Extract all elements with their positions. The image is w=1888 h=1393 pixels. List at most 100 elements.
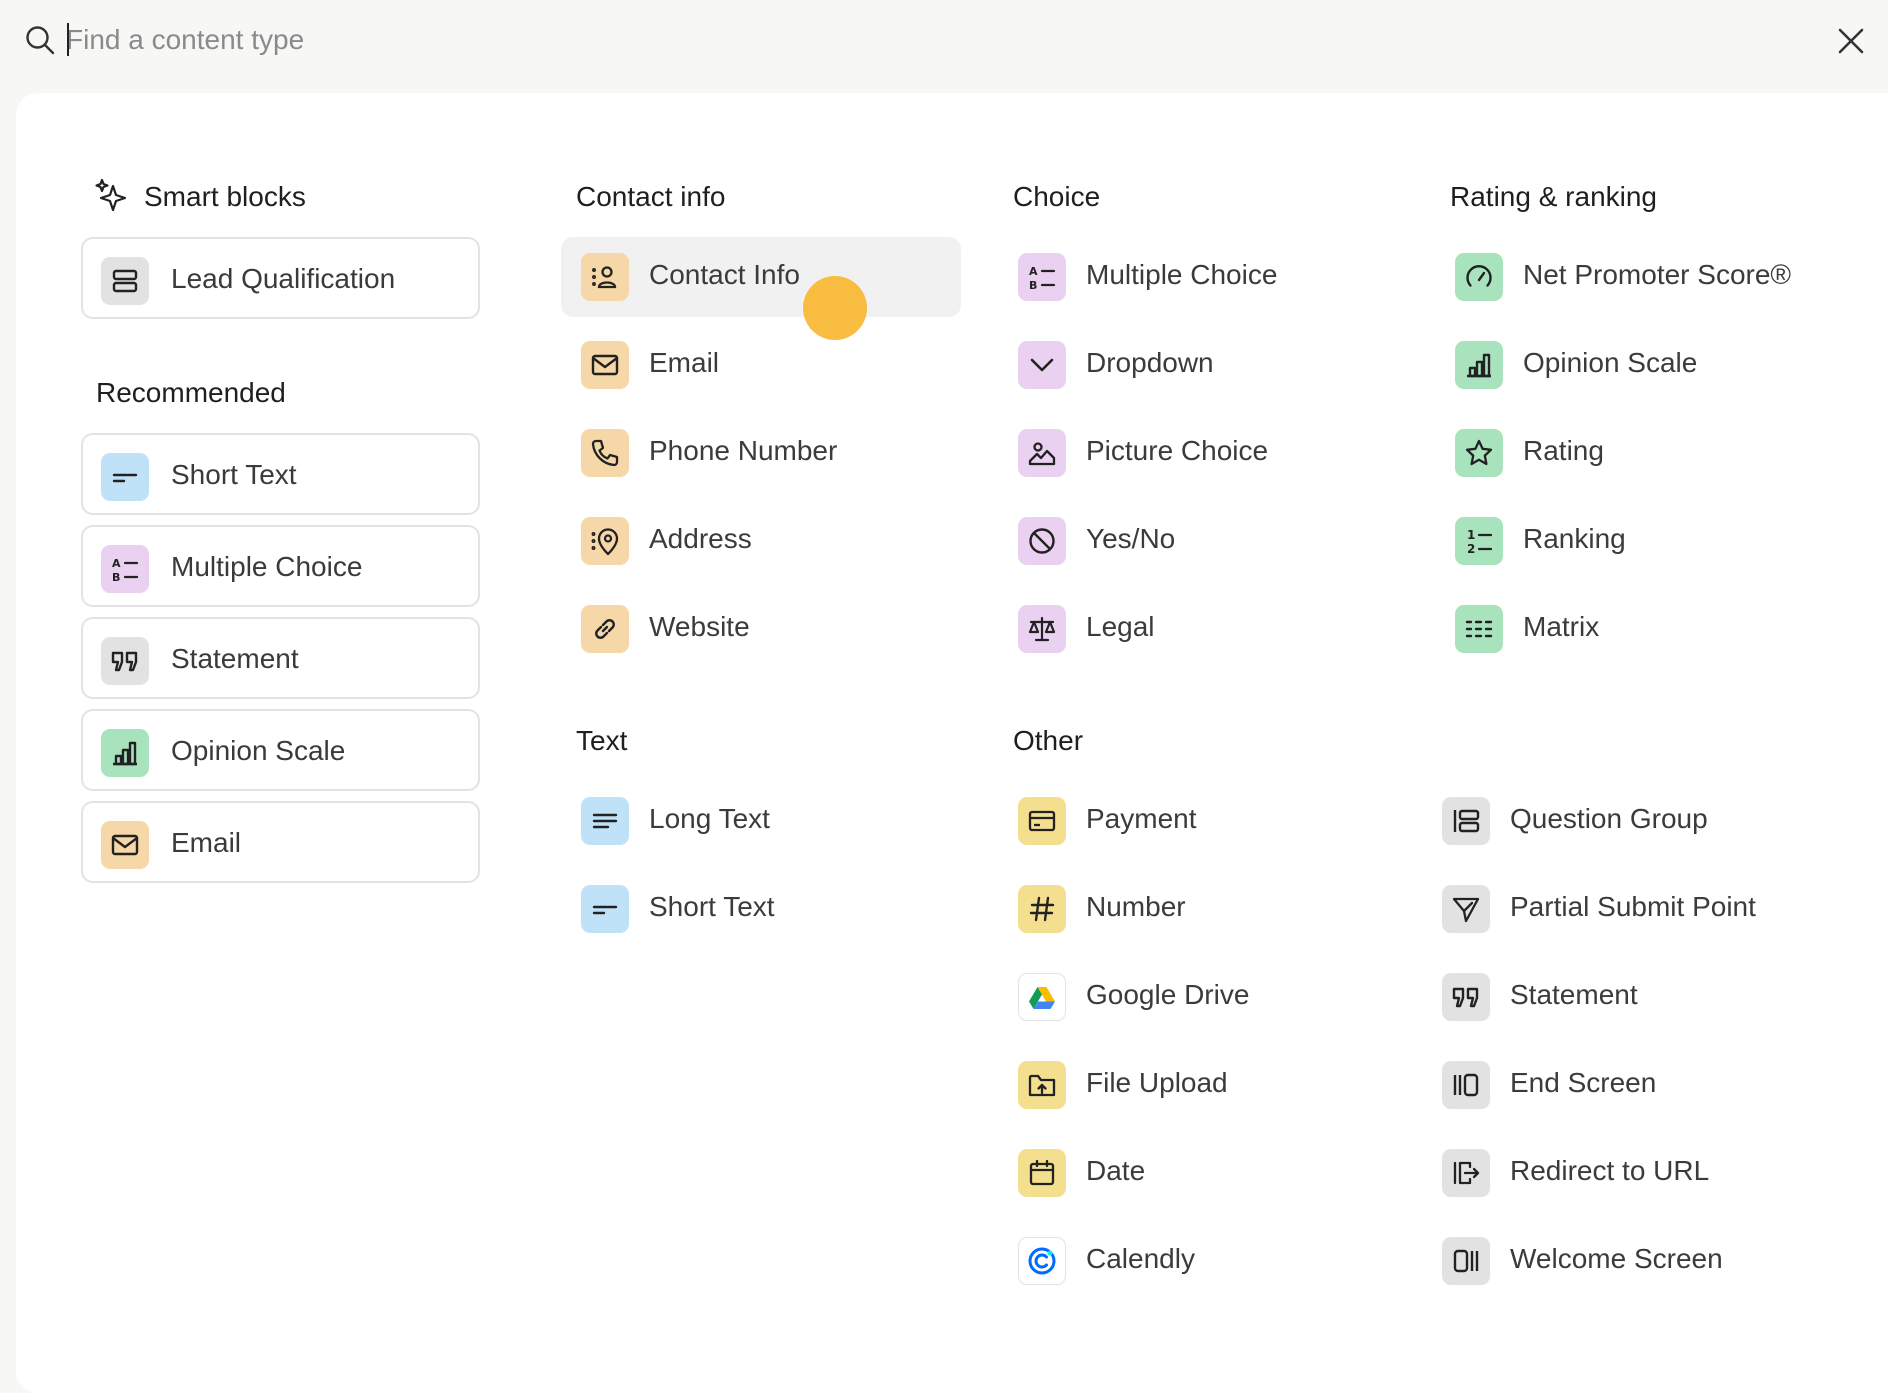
short-text-icon xyxy=(101,453,149,501)
redirect-icon xyxy=(1442,1149,1490,1197)
short-text-icon xyxy=(581,885,629,933)
svg-text:1: 1 xyxy=(1467,528,1475,542)
item-google-drive[interactable]: Google Drive xyxy=(998,957,1398,1037)
item-label: Rating xyxy=(1523,435,1604,466)
block-multiple-choice[interactable]: AB Multiple Choice xyxy=(81,525,480,607)
item-date[interactable]: Date xyxy=(998,1133,1398,1213)
item-label: Statement xyxy=(1510,979,1638,1010)
star-icon xyxy=(1455,429,1503,477)
sparkle-icon xyxy=(95,178,127,212)
item-contact-info[interactable]: Contact Info xyxy=(561,237,961,317)
item-label: Opinion Scale xyxy=(1523,347,1698,378)
google-drive-icon xyxy=(1018,973,1066,1021)
item-rating[interactable]: Rating xyxy=(1435,413,1835,493)
item-label: Redirect to URL xyxy=(1510,1155,1710,1186)
svg-text:B: B xyxy=(112,571,120,584)
close-icon[interactable] xyxy=(1836,26,1866,56)
item-multiple-choice[interactable]: AB Multiple Choice xyxy=(998,237,1398,317)
item-welcome-screen[interactable]: Welcome Screen xyxy=(1422,1221,1822,1301)
block-label: Lead Qualification xyxy=(171,263,396,294)
yes-no-icon xyxy=(1018,517,1066,565)
item-label: Net Promoter Score® xyxy=(1523,259,1792,290)
svg-text:A: A xyxy=(1029,265,1038,278)
credit-card-icon xyxy=(1018,797,1066,845)
send-icon xyxy=(1442,885,1490,933)
item-redirect-to-url[interactable]: Redirect to URL xyxy=(1422,1133,1822,1213)
item-matrix[interactable]: Matrix xyxy=(1435,589,1835,669)
item-label: Matrix xyxy=(1523,611,1600,642)
item-dropdown[interactable]: Dropdown xyxy=(998,325,1398,405)
location-pin-icon xyxy=(581,517,629,565)
item-label: Welcome Screen xyxy=(1510,1243,1723,1274)
item-long-text[interactable]: Long Text xyxy=(561,781,961,861)
link-icon xyxy=(581,605,629,653)
item-label: Short Text xyxy=(649,891,775,922)
item-label: Dropdown xyxy=(1086,347,1214,378)
item-label: End Screen xyxy=(1510,1067,1657,1098)
item-label: Date xyxy=(1086,1155,1146,1186)
block-short-text[interactable]: Short Text xyxy=(81,433,480,515)
item-label: Email xyxy=(649,347,720,378)
block-statement[interactable]: Statement xyxy=(81,617,480,699)
item-end-screen[interactable]: End Screen xyxy=(1422,1045,1822,1125)
item-legal[interactable]: Legal xyxy=(998,589,1398,669)
block-lead-qualification[interactable]: Lead Qualification xyxy=(81,237,480,319)
section-title-smart-blocks: Smart blocks xyxy=(144,181,306,212)
item-website[interactable]: Website xyxy=(561,589,961,669)
block-label: Multiple Choice xyxy=(171,551,363,582)
image-icon xyxy=(1018,429,1066,477)
welcome-screen-icon xyxy=(1442,1237,1490,1285)
calendly-icon xyxy=(1018,1237,1066,1285)
calendar-icon xyxy=(1018,1149,1066,1197)
matrix-icon xyxy=(1455,605,1503,653)
item-short-text[interactable]: Short Text xyxy=(561,869,961,949)
item-ranking[interactable]: 12 Ranking xyxy=(1435,501,1835,581)
item-label: Legal xyxy=(1086,611,1155,642)
bar-chart-icon xyxy=(101,729,149,777)
item-email[interactable]: Email xyxy=(561,325,961,405)
item-payment[interactable]: Payment xyxy=(998,781,1398,861)
block-email[interactable]: Email xyxy=(81,801,480,883)
item-file-upload[interactable]: File Upload xyxy=(998,1045,1398,1125)
contact-card-icon xyxy=(581,253,629,301)
folder-upload-icon xyxy=(1018,1061,1066,1109)
item-calendly[interactable]: Calendly xyxy=(998,1221,1398,1301)
item-yes-no[interactable]: Yes/No xyxy=(998,501,1398,581)
section-title-text: Text xyxy=(576,725,628,756)
item-label: Question Group xyxy=(1510,803,1708,834)
stack-icon xyxy=(101,257,149,305)
item-phone-number[interactable]: Phone Number xyxy=(561,413,961,493)
item-label: Multiple Choice xyxy=(1086,259,1278,290)
multiple-choice-icon: AB xyxy=(101,545,149,593)
svg-text:2: 2 xyxy=(1467,542,1475,556)
item-statement[interactable]: Statement xyxy=(1422,957,1822,1037)
item-label: Long Text xyxy=(649,803,770,834)
item-label: Calendly xyxy=(1086,1243,1195,1274)
item-address[interactable]: Address xyxy=(561,501,961,581)
item-label: Phone Number xyxy=(649,435,838,466)
item-label: Picture Choice xyxy=(1086,435,1269,466)
block-label: Email xyxy=(171,827,242,858)
text-caret xyxy=(67,23,69,56)
item-picture-choice[interactable]: Picture Choice xyxy=(998,413,1398,493)
section-title-choice: Choice xyxy=(1013,181,1101,212)
question-group-icon xyxy=(1442,797,1490,845)
item-number[interactable]: Number xyxy=(998,869,1398,949)
gauge-icon xyxy=(1455,253,1503,301)
block-label: Short Text xyxy=(171,459,297,490)
item-partial-submit-point[interactable]: Partial Submit Point xyxy=(1422,869,1822,949)
ranking-icon: 12 xyxy=(1455,517,1503,565)
end-screen-icon xyxy=(1442,1061,1490,1109)
item-question-group[interactable]: Question Group xyxy=(1422,781,1822,861)
search-bar xyxy=(0,0,1888,93)
search-input[interactable] xyxy=(66,18,1566,62)
item-opinion-scale[interactable]: Opinion Scale xyxy=(1435,325,1835,405)
quote-icon xyxy=(101,637,149,685)
block-label: Opinion Scale xyxy=(171,735,346,766)
hash-icon xyxy=(1018,885,1066,933)
svg-text:B: B xyxy=(1029,279,1037,292)
item-label: File Upload xyxy=(1086,1067,1228,1098)
item-net-promoter-score[interactable]: Net Promoter Score® xyxy=(1435,237,1835,317)
block-opinion-scale[interactable]: Opinion Scale xyxy=(81,709,480,791)
section-title-contact-info: Contact info xyxy=(576,181,726,212)
